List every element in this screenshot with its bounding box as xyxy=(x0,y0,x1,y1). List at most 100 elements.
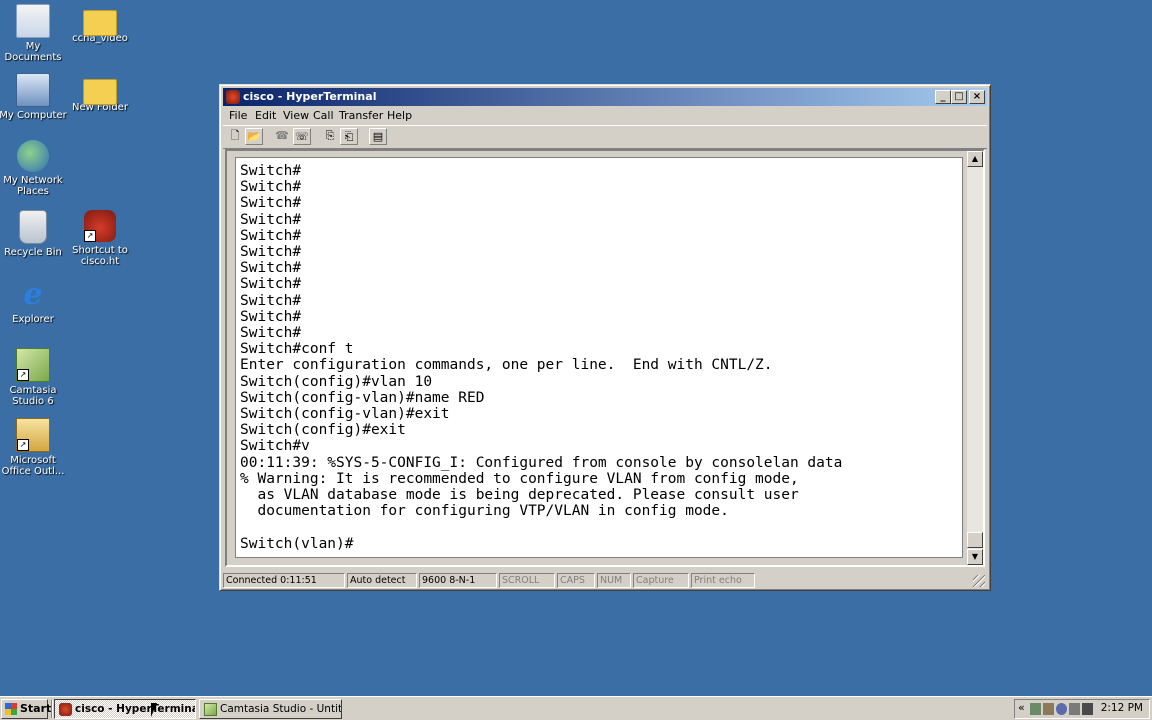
window-title: cisco - HyperTerminal xyxy=(243,90,377,103)
desktop-icon-label: Microsoft Office Outl... xyxy=(1,455,65,477)
terminal-line: Switch# xyxy=(240,325,302,342)
terminal-line: Switch(config)#vlan 10 xyxy=(240,373,433,390)
tray-app-icon[interactable] xyxy=(1082,703,1093,715)
desktop-icon-network-places[interactable]: My Network Places xyxy=(0,140,67,197)
terminal-line: Switch# xyxy=(240,163,302,179)
desktop-icon-label: My Documents xyxy=(4,41,62,63)
taskbar: Start cisco - HyperTerminal Camtasia Stu… xyxy=(0,696,1152,720)
send-icon[interactable]: ⎘ xyxy=(321,128,339,145)
terminal-line: Switch# xyxy=(240,292,302,309)
status-num: NUM xyxy=(597,573,631,588)
desktop-icon-label: Camtasia Studio 6 xyxy=(9,385,57,407)
vertical-scrollbar[interactable]: ▲ ▼ xyxy=(967,151,983,565)
volume-tray-icon[interactable] xyxy=(1069,703,1080,715)
hyperterminal-app-icon[interactable] xyxy=(226,90,240,104)
recycle-bin-icon xyxy=(19,210,47,244)
status-capture: Capture xyxy=(633,573,689,588)
connect-icon[interactable]: ☎ xyxy=(273,128,291,145)
task-hyperterminal[interactable]: cisco - HyperTerminal xyxy=(54,699,196,719)
title-bar[interactable]: cisco - HyperTerminal _ □ × xyxy=(223,88,987,106)
new-icon[interactable]: 🗋 xyxy=(226,128,244,145)
terminal-line: % Warning: It is recommended to configur… xyxy=(240,470,799,487)
start-label: Start xyxy=(20,702,52,715)
menu-help[interactable]: Help xyxy=(387,109,412,122)
maximize-button[interactable]: □ xyxy=(951,90,967,104)
terminal-line: Switch# xyxy=(240,244,302,261)
status-print-echo: Print echo xyxy=(691,573,755,588)
shortcut-arrow-icon: ↗ xyxy=(17,369,29,381)
open-icon[interactable]: 📂 xyxy=(245,128,263,145)
terminal-line: Switch# xyxy=(240,195,302,212)
scroll-up-icon[interactable]: ▲ xyxy=(967,151,983,167)
status-scroll: SCROLL xyxy=(499,573,555,588)
desktop-icon-ccna-video[interactable]: ccna_video xyxy=(66,4,134,44)
menu-file[interactable]: File xyxy=(229,109,247,122)
scroll-thumb[interactable] xyxy=(967,532,983,548)
desktop-icon-my-computer[interactable]: My Computer xyxy=(0,73,67,121)
clock[interactable]: 2:12 PM xyxy=(1101,702,1143,714)
task-label: Camtasia Studio - Untitle... xyxy=(220,703,342,715)
network-tray-icon[interactable] xyxy=(1030,703,1041,715)
desktop-icon-label: Explorer xyxy=(12,314,54,325)
terminal-prompt-line: Switch(vlan)# xyxy=(240,535,354,552)
menu-call[interactable]: Call xyxy=(313,109,334,122)
hyperterminal-window: cisco - HyperTerminal _ □ × File Edit Vi… xyxy=(219,84,991,591)
minimize-button[interactable]: _ xyxy=(935,90,951,104)
tray-expand-button[interactable]: « xyxy=(1018,701,1025,714)
menu-bar: File Edit View Call Transfer Help xyxy=(223,107,987,125)
terminal-line: Switch#v xyxy=(240,438,310,455)
desktop-icon-explorer[interactable]: e Explorer xyxy=(0,279,67,326)
menu-view[interactable]: View xyxy=(283,109,309,122)
status-connected: Connected 0:11:51 xyxy=(223,573,345,588)
desktop-icon-recycle-bin[interactable]: Recycle Bin xyxy=(0,210,67,258)
disconnect-icon[interactable]: ☏ xyxy=(293,128,311,145)
status-bar: Connected 0:11:51 Auto detect 9600 8-N-1… xyxy=(223,572,987,589)
mouse-cursor-icon xyxy=(151,703,157,717)
my-computer-icon xyxy=(16,73,50,107)
receive-icon[interactable]: ⎗ xyxy=(340,128,358,145)
desktop-icon-my-documents[interactable]: My Documents xyxy=(0,4,67,63)
close-button[interactable]: × xyxy=(969,90,985,104)
terminal-line: documentation for configuring VTP/VLAN i… xyxy=(240,503,729,520)
toolbar: 🗋 📂 ☎ ☏ ⎘ ⎗ ▤ xyxy=(223,125,987,149)
folder-icon xyxy=(83,79,117,105)
my-documents-icon xyxy=(16,4,50,38)
system-tray: « 2:12 PM xyxy=(1014,699,1150,719)
terminal-line: Switch(config-vlan)#exit xyxy=(240,406,450,423)
properties-icon[interactable]: ▤ xyxy=(369,128,387,145)
menu-edit[interactable]: Edit xyxy=(255,109,276,122)
hyperterminal-app-icon xyxy=(59,703,72,716)
terminal-line: Switch(config)#exit xyxy=(240,422,406,439)
terminal-line: Switch# xyxy=(240,211,302,228)
menu-transfer[interactable]: Transfer xyxy=(339,109,383,122)
terminal-line: Switch# xyxy=(240,227,302,244)
terminal-line: Switch# xyxy=(240,276,302,293)
status-caps: CAPS xyxy=(557,573,595,588)
desktop-icon-outlook[interactable]: ↗ Microsoft Office Outl... xyxy=(0,418,67,477)
shortcut-arrow-icon: ↗ xyxy=(17,439,29,451)
tray-app-icon[interactable] xyxy=(1043,703,1054,715)
resize-grip[interactable] xyxy=(973,575,985,587)
status-detect: Auto detect xyxy=(347,573,417,588)
terminal-line: Enter configuration commands, one per li… xyxy=(240,357,773,374)
desktop-icon-camtasia[interactable]: ↗ Camtasia Studio 6 xyxy=(0,348,67,407)
terminal-line: 00:11:39: %SYS-5-CONFIG_I: Configured fr… xyxy=(240,454,843,471)
shortcut-arrow-icon: ↗ xyxy=(84,230,96,242)
terminal-line: Switch# xyxy=(240,179,302,196)
terminal-frame: Switch# Switch# Switch# Switch# Switch# Switc… xyxy=(225,149,985,567)
camtasia-icon: ↗ xyxy=(16,348,50,382)
desktop-icon-label: My Computer xyxy=(0,110,67,121)
windows-logo-icon xyxy=(5,703,17,715)
scroll-down-icon[interactable]: ▼ xyxy=(967,549,983,565)
terminal-line: Switch# xyxy=(240,260,302,277)
terminal-screen[interactable]: Switch# Switch# Switch# Switch# Switch# Switc… xyxy=(235,157,963,558)
desktop-icon-cisco-shortcut[interactable]: ↗ Shortcut to cisco.ht xyxy=(66,210,134,267)
tray-app-icon[interactable] xyxy=(1056,703,1067,715)
desktop-icon-label: Shortcut to cisco.ht xyxy=(72,245,128,267)
desktop-icon-new-folder[interactable]: New Folder xyxy=(66,73,134,113)
task-camtasia[interactable]: Camtasia Studio - Untitle... xyxy=(199,699,342,719)
desktop-icon-label: Recycle Bin xyxy=(4,247,62,258)
start-button[interactable]: Start xyxy=(1,699,52,719)
terminal-line: Switch(config-vlan)#name RED xyxy=(240,389,485,406)
